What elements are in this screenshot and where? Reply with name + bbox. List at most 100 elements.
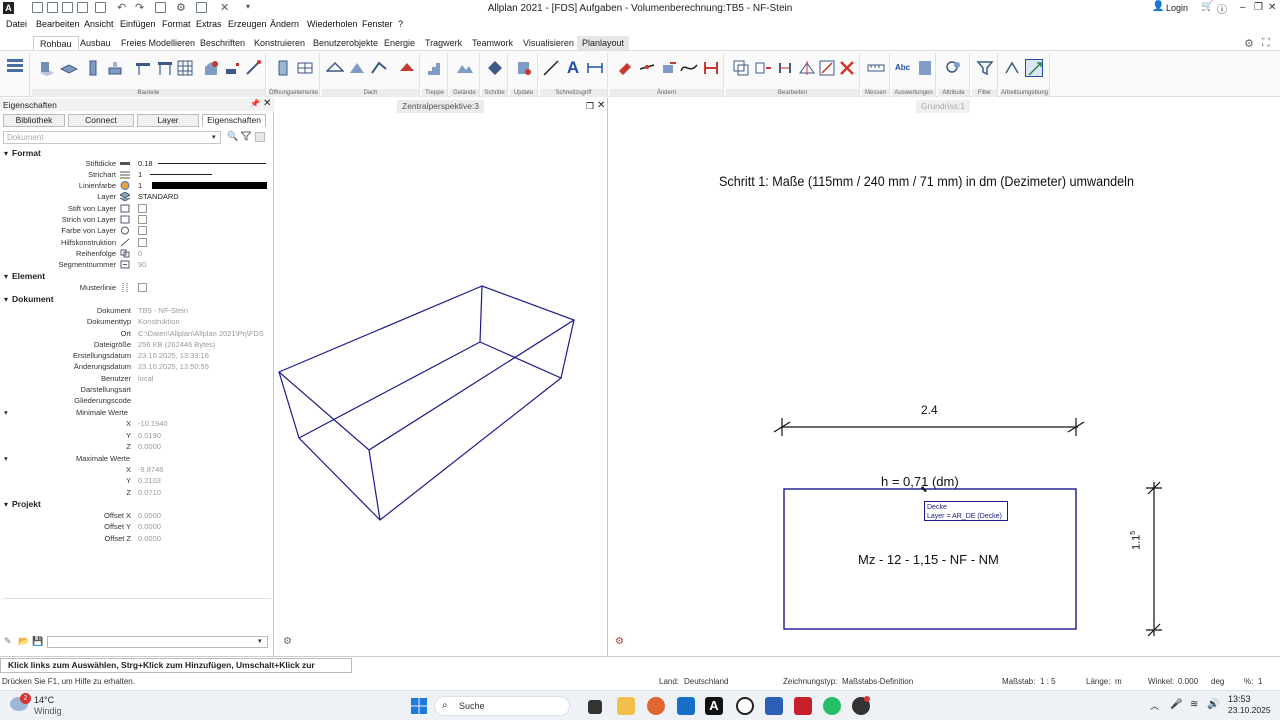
terrain-icon[interactable] — [456, 59, 474, 77]
measure-icon[interactable] — [867, 59, 885, 77]
viewport-plan[interactable]: Grundriss:1 Schritt 1: Maße (115mm / 240… — [611, 98, 1280, 656]
roof-icon[interactable] — [325, 59, 345, 77]
scale-icon[interactable] — [818, 59, 836, 77]
winkel-value[interactable]: 0.000 — [1178, 677, 1198, 686]
task-view-icon[interactable] — [588, 700, 602, 714]
subsection-max[interactable]: Maximale Werte — [4, 454, 130, 463]
checkbox[interactable] — [138, 238, 147, 247]
menu-format[interactable]: Format — [162, 19, 191, 29]
chevron-up-icon[interactable]: ︿ — [1150, 699, 1159, 712]
tab-freies-modellieren[interactable]: Freies Modellieren — [121, 38, 195, 48]
attribute-icon[interactable] — [945, 59, 963, 77]
viewport-settings-icon[interactable]: ⚙ — [615, 636, 624, 647]
chatgpt-icon[interactable] — [736, 697, 754, 715]
mirror-icon[interactable] — [798, 59, 816, 77]
speaker-icon[interactable]: 🔊 — [1207, 699, 1219, 710]
section-projekt[interactable]: Projekt — [4, 499, 41, 509]
tab-teamwork[interactable]: Teamwork — [472, 38, 513, 48]
acrobat-icon[interactable] — [794, 697, 812, 715]
prop-value[interactable]: 0.18 — [138, 159, 153, 168]
select-all-icon[interactable] — [255, 132, 265, 142]
maximize-icon[interactable]: ❐ — [1254, 2, 1263, 13]
chevron-down-icon[interactable]: ▾ — [212, 133, 216, 141]
stair-icon[interactable] — [426, 59, 444, 77]
menu-aendern[interactable]: Ändern — [270, 19, 299, 29]
checkbox[interactable] — [138, 215, 147, 224]
fullscreen-icon[interactable]: ⛶ — [1262, 37, 1270, 50]
favorite-select[interactable] — [47, 636, 268, 648]
tab-visualisieren[interactable]: Visualisieren — [523, 38, 574, 48]
filter-icon[interactable] — [239, 131, 253, 143]
modify-point-icon[interactable] — [638, 59, 656, 77]
grid-icon[interactable] — [176, 59, 194, 77]
room-icon[interactable] — [202, 59, 220, 77]
stretch-icon[interactable] — [660, 59, 678, 77]
word-icon[interactable] — [765, 697, 783, 715]
pin-icon[interactable]: 📌 — [250, 99, 260, 108]
copy-element-icon[interactable] — [732, 59, 750, 77]
foundation-icon[interactable] — [106, 59, 124, 77]
allplan-taskbar-icon[interactable]: A — [705, 697, 723, 715]
menu-datei[interactable]: Datei — [6, 19, 27, 29]
taskbar-search[interactable]: Suche — [434, 696, 570, 716]
file-explorer-icon[interactable] — [617, 697, 635, 715]
menu-wiederholen[interactable]: Wiederholen — [307, 19, 358, 29]
roof-plane-icon[interactable] — [348, 59, 366, 77]
tab-planlayout[interactable]: Planlayout — [577, 36, 630, 50]
dimension-line-icon[interactable] — [586, 59, 604, 77]
save-favorite-icon[interactable]: 💾 — [32, 636, 43, 647]
tab-konstruieren[interactable]: Konstruieren — [254, 38, 305, 48]
tab-eigenschaften[interactable]: Eigenschaften — [202, 114, 266, 127]
document-select[interactable]: Dokument — [3, 131, 221, 144]
tab-beschriften[interactable]: Beschriften — [200, 38, 245, 48]
menu-fenster[interactable]: Fenster — [362, 19, 393, 29]
help-icon[interactable]: ⓘ — [1217, 1, 1227, 16]
outlook-icon[interactable] — [677, 697, 695, 715]
windows-start-icon[interactable] — [410, 697, 428, 715]
prop-value[interactable]: 1 — [138, 170, 142, 179]
ceiling-icon[interactable] — [156, 59, 174, 77]
subsection-min[interactable]: Minimale Werte — [4, 408, 128, 417]
chevron-down-icon[interactable]: ▾ — [258, 637, 262, 645]
beam-icon[interactable] — [134, 59, 152, 77]
close-icon[interactable]: ✕ — [1268, 2, 1276, 13]
move-icon[interactable] — [754, 59, 772, 77]
tab-bibliothek[interactable]: Bibliothek — [3, 114, 65, 127]
whatsapp-icon[interactable] — [823, 697, 841, 715]
menu-ansicht[interactable]: Ansicht — [84, 19, 114, 29]
update-icon[interactable] — [515, 59, 533, 77]
settings-gear-icon[interactable]: ⚙ — [1244, 37, 1254, 50]
viewport-settings-icon[interactable]: ⚙ — [283, 636, 292, 647]
menu-help[interactable]: ? — [398, 19, 403, 29]
delete-icon[interactable] — [838, 59, 856, 77]
filter-icon[interactable] — [976, 59, 994, 77]
line-icon[interactable] — [542, 59, 560, 77]
checkbox[interactable] — [138, 226, 147, 235]
winkel-unit[interactable]: deg — [1211, 677, 1224, 686]
menu-erzeugen[interactable]: Erzeugen — [228, 19, 267, 29]
pipette-icon[interactable]: ✎ — [4, 636, 12, 647]
microphone-icon[interactable]: 🎤 — [1170, 699, 1182, 710]
minimize-icon[interactable]: – — [1240, 2, 1246, 13]
column-icon[interactable] — [84, 59, 102, 77]
clock-date[interactable]: 23.10.2025 — [1228, 705, 1271, 715]
tab-tragwerk[interactable]: Tragwerk — [425, 38, 462, 48]
clock-time[interactable]: 13:53 — [1228, 694, 1251, 704]
tab-layer[interactable]: Layer — [137, 114, 199, 127]
slab-icon[interactable] — [59, 59, 79, 77]
prop-value[interactable]: STANDARD — [138, 192, 179, 201]
firefox-icon[interactable] — [647, 697, 665, 715]
eraser-icon[interactable] — [616, 59, 634, 77]
evaluation-text-icon[interactable]: Abc — [895, 59, 913, 77]
join-icon[interactable] — [702, 59, 720, 77]
search-icon[interactable]: 🔍 — [227, 131, 238, 142]
workspace-icon[interactable] — [1003, 59, 1021, 77]
window-opening-icon[interactable] — [274, 59, 292, 77]
viewport-perspective[interactable]: Zentralperspektive:3 ❐ ✕ ⚙ — [277, 98, 608, 656]
menu-einfuegen[interactable]: Einfügen — [120, 19, 156, 29]
steps-icon[interactable] — [486, 59, 504, 77]
section-element[interactable]: Element — [4, 271, 45, 281]
laenge-value[interactable]: m — [1115, 677, 1122, 686]
surface-icon[interactable] — [224, 59, 242, 77]
roof-covering-icon[interactable] — [370, 59, 388, 77]
